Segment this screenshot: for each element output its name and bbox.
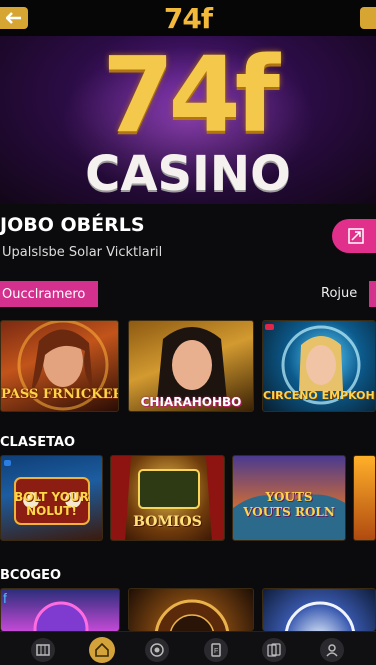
card-marker [265,324,274,330]
bottom-nav: F [0,631,376,665]
nav-item-chip[interactable] [145,638,169,662]
section-title: BCOGEO [0,568,62,583]
nav-item-slots[interactable] [31,638,55,662]
game-card-partial[interactable] [353,455,376,541]
game-card[interactable]: CHIARAHOHBO [128,320,254,412]
game-card-title: BOMIOS [133,514,202,530]
nav-item-home[interactable] [89,637,115,663]
hero-logo: 74f [102,36,280,156]
hero-banner[interactable]: 74f CASINO [0,36,376,204]
profile-icon [326,644,338,657]
svg-text:f: f [3,590,7,606]
poker-icon: F [211,643,221,657]
wheel-art [285,601,355,631]
header-logo[interactable]: 74f [0,2,376,35]
card-marker [4,460,11,466]
game-card[interactable] [262,588,376,631]
promo-title: JOBO OBÉRLS [0,214,145,236]
game-card[interactable]: BOMIOS [110,455,225,541]
game-card-title: YOUTS VOUTS ROLN [243,490,335,519]
wheel-art: f [3,590,89,631]
nav-item-poker[interactable]: F [204,638,228,662]
nav-item-profile[interactable] [320,638,344,662]
section-title: CLASETAO [0,435,76,450]
svg-text:F: F [214,648,218,655]
tab-active[interactable]: Oucclramero [0,281,98,307]
game-card[interactable] [128,588,254,631]
cards-icon [267,643,281,657]
slots-icon [36,644,50,656]
promo-action-button[interactable] [332,219,376,253]
tab-edge[interactable] [369,281,376,307]
roulette-art [154,599,230,631]
game-card[interactable]: PASS FRNICKER [0,320,119,412]
tab-secondary[interactable]: Rojue [321,286,357,301]
top-bar: 74f [0,0,376,36]
game-card-title: BOLT YOUR NOLUT! [14,490,89,518]
promo-subtitle: Upalslsbe Solar Vicktlaril [2,245,163,260]
chip-icon [150,643,164,657]
game-card[interactable]: CIRCENO EMPKOHO [262,320,376,412]
expand-icon [348,228,364,244]
game-card[interactable]: f [0,588,120,631]
nav-item-cards[interactable] [262,638,286,662]
menu-button[interactable] [360,7,376,29]
game-card[interactable]: YOUTS VOUTS ROLN [232,455,346,541]
game-card-title: CHIARAHOHBO [140,395,242,409]
game-card[interactable]: BOLT YOUR NOLUT! [0,455,103,541]
game-card-title: PASS FRNICKER [1,387,119,402]
home-icon [95,642,109,657]
game-card-title: CIRCENO EMPKOHO [263,389,376,402]
hero-casino-text: CASINO [85,146,291,202]
